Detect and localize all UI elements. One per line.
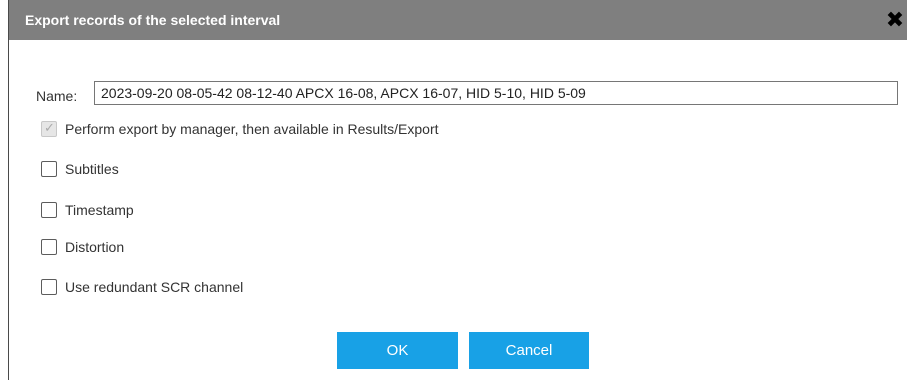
- ok-button[interactable]: OK: [337, 332, 458, 369]
- name-input[interactable]: [94, 81, 898, 105]
- export-dialog: Export records of the selected interval …: [8, 0, 907, 380]
- option-distortion: [41, 237, 57, 257]
- cancel-button[interactable]: Cancel: [469, 332, 589, 369]
- redundant-scr-label: Use redundant SCR channel: [65, 279, 244, 295]
- distortion-label: Distortion: [65, 239, 125, 255]
- distortion-checkbox[interactable]: [41, 239, 57, 255]
- name-label: Name:: [36, 88, 78, 104]
- option-perform-export: ✓: [41, 119, 57, 139]
- subtitles-checkbox[interactable]: [41, 161, 57, 177]
- perform-export-label: Perform export by manager, then availabl…: [65, 121, 439, 137]
- redundant-scr-checkbox[interactable]: [41, 279, 57, 295]
- checkmark-icon: ✓: [44, 120, 55, 135]
- dialog-titlebar: Export records of the selected interval …: [9, 0, 907, 40]
- timestamp-label: Timestamp: [65, 202, 134, 218]
- option-redundant-scr: [41, 277, 57, 297]
- timestamp-checkbox[interactable]: [41, 202, 57, 218]
- option-subtitles: [41, 159, 57, 179]
- subtitles-label: Subtitles: [65, 161, 119, 177]
- perform-export-checkbox[interactable]: ✓: [41, 120, 57, 137]
- dialog-title: Export records of the selected interval: [25, 12, 281, 28]
- close-icon[interactable]: ✖: [885, 9, 905, 31]
- option-timestamp: [41, 200, 57, 220]
